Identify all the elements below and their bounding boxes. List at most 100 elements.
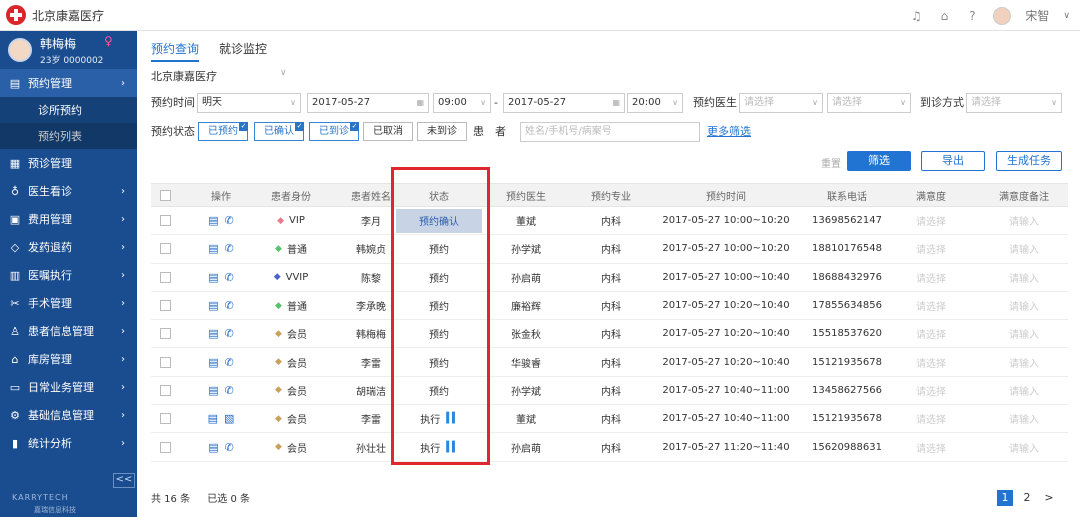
- user-avatar[interactable]: [993, 6, 1012, 25]
- sidebar-item-drug[interactable]: ◇ 发药退药 ›: [0, 233, 137, 261]
- satisfaction-note-input[interactable]: 请输入: [981, 235, 1067, 262]
- sidebar-item-daily[interactable]: ▭ 日常业务管理 ›: [0, 373, 137, 401]
- phone-icon[interactable]: ✆: [225, 299, 234, 312]
- phone-icon[interactable]: ✆: [225, 441, 234, 454]
- sidebar-item-stats[interactable]: ▮ 统计分析 ›: [0, 429, 137, 457]
- username[interactable]: 宋智: [1025, 7, 1049, 24]
- phone-icon[interactable]: ✆: [225, 214, 234, 227]
- satisfaction-note-input[interactable]: 请输入: [981, 377, 1067, 404]
- date-start-input[interactable]: 2017-05-27 ▦: [307, 93, 429, 113]
- row-checkbox[interactable]: [159, 243, 171, 255]
- satisfaction-note-input[interactable]: 请输入: [981, 320, 1067, 347]
- status-chip-cancelled[interactable]: 已取消: [363, 122, 413, 141]
- time-start-select[interactable]: 09:00 ∨: [433, 93, 491, 113]
- select-all-checkbox[interactable]: [159, 189, 171, 201]
- detail-icon[interactable]: ▤: [208, 356, 218, 369]
- more-filters-link[interactable]: 更多筛选: [707, 122, 751, 142]
- detail-icon[interactable]: ▤: [208, 214, 218, 227]
- doctor-label: 预约医生: [693, 96, 737, 109]
- satisfaction-select[interactable]: 请选择: [891, 264, 971, 291]
- sidebar-item-warehouse[interactable]: ⌂ 库房管理 ›: [0, 345, 137, 373]
- sidebar-item-doctor[interactable]: ♁ 医生看诊 ›: [0, 177, 137, 205]
- help-icon[interactable]: ?: [965, 9, 979, 23]
- page-1[interactable]: 1: [997, 490, 1013, 506]
- sidebar-sub-appointment-list[interactable]: 预约列表: [0, 123, 137, 149]
- satisfaction-select[interactable]: 请选择: [891, 320, 971, 347]
- sidebar-item-basic[interactable]: ⚙ 基础信息管理 ›: [0, 401, 137, 429]
- home-icon[interactable]: ⌂: [937, 9, 951, 23]
- filter-button[interactable]: 筛选: [847, 151, 911, 171]
- detail-icon[interactable]: ▤: [208, 242, 218, 255]
- detail-icon[interactable]: ▤: [208, 441, 218, 454]
- bell-icon[interactable]: ♫: [909, 9, 923, 23]
- generate-task-button[interactable]: 生成任务: [996, 151, 1062, 171]
- satisfaction-select[interactable]: 请选择: [891, 377, 971, 404]
- chevron-down-icon[interactable]: ∨: [1063, 11, 1070, 21]
- tab-appointment-query[interactable]: 预约查询: [151, 40, 200, 62]
- row-checkbox[interactable]: [159, 384, 171, 396]
- method-select[interactable]: 请选择 ∨: [966, 93, 1062, 113]
- row-checkbox[interactable]: [159, 328, 171, 340]
- diamond-icon: ◆: [275, 442, 282, 453]
- row-checkbox[interactable]: [159, 300, 171, 312]
- detail-icon[interactable]: ▤: [208, 384, 218, 397]
- time-cell: 2017-05-27 10:00~10:20: [662, 243, 790, 255]
- satisfaction-select[interactable]: 请选择: [891, 235, 971, 262]
- export-button[interactable]: 导出: [921, 151, 985, 171]
- detail-icon[interactable]: ▤: [208, 271, 218, 284]
- top-bar: 北京康嘉医疗 ♫ ⌂ ? 宋智 ∨: [0, 0, 1080, 31]
- satisfaction-note-input[interactable]: 请输入: [981, 405, 1067, 432]
- stethoscope-icon: ♁: [10, 184, 20, 198]
- row-checkbox[interactable]: [159, 356, 171, 368]
- page-2[interactable]: 2: [1019, 490, 1035, 506]
- status-chip-absent[interactable]: 未到诊: [417, 122, 467, 141]
- main-content: 预约查询 就诊监控 北京康嘉医疗 ∨ 预约时间 明天 ∨ 2017-05-27 ▦ …: [137, 31, 1080, 517]
- tab-visit-monitor[interactable]: 就诊监控: [219, 40, 267, 62]
- sidebar-item-patient[interactable]: ♙ 患者信息管理 ›: [0, 317, 137, 345]
- phone-icon[interactable]: ✆: [225, 384, 234, 397]
- satisfaction-note-input[interactable]: 请输入: [981, 207, 1067, 234]
- sidebar-item-prediag[interactable]: ▦ 预诊管理: [0, 149, 137, 177]
- reset-button[interactable]: 重置: [821, 155, 841, 170]
- record-icon[interactable]: ▧: [224, 412, 234, 425]
- sidebar-item-appointment[interactable]: ▤ 预约管理 ›: [0, 69, 137, 97]
- phone-icon[interactable]: ✆: [225, 271, 234, 284]
- time-end-select[interactable]: 20:00 ∨: [627, 93, 683, 113]
- selected-count: 已选 0 条: [207, 494, 251, 505]
- detail-icon[interactable]: ▤: [208, 412, 218, 425]
- satisfaction-note-input[interactable]: 请输入: [981, 433, 1067, 460]
- satisfaction-select[interactable]: 请选择: [891, 348, 971, 375]
- next-page-icon[interactable]: >: [1041, 490, 1057, 506]
- sidebar-sub-clinic-appointment[interactable]: 诊所预约: [0, 97, 137, 123]
- time-range-select[interactable]: 明天 ∨: [197, 93, 301, 113]
- satisfaction-note-input[interactable]: 请输入: [981, 264, 1067, 291]
- status-chip-confirmed[interactable]: 已确认 ✓: [254, 122, 304, 141]
- row-checkbox[interactable]: [159, 413, 171, 425]
- satisfaction-note-input[interactable]: 请输入: [981, 348, 1067, 375]
- satisfaction-select[interactable]: 请选择: [891, 433, 971, 460]
- doctor-select-1[interactable]: 请选择 ∨: [739, 93, 823, 113]
- org-select[interactable]: 北京康嘉医疗: [151, 68, 217, 84]
- status-chip-arrived[interactable]: 已到诊 ✓: [309, 122, 359, 141]
- collapse-sidebar-button[interactable]: <<: [113, 473, 135, 488]
- patient-search-input[interactable]: 姓名/手机号/病案号: [520, 122, 700, 142]
- satisfaction-select[interactable]: 请选择: [891, 405, 971, 432]
- phone-icon[interactable]: ✆: [225, 242, 234, 255]
- sidebar-item-order[interactable]: ▥ 医嘱执行 ›: [0, 261, 137, 289]
- doctor-select-2[interactable]: 请选择 ∨: [827, 93, 911, 113]
- satisfaction-select[interactable]: 请选择: [891, 292, 971, 319]
- detail-icon[interactable]: ▤: [208, 327, 218, 340]
- detail-icon[interactable]: ▤: [208, 299, 218, 312]
- row-checkbox[interactable]: [159, 441, 171, 453]
- satisfaction-note-input[interactable]: 请输入: [981, 292, 1067, 319]
- date-end-input[interactable]: 2017-05-27 ▦: [503, 93, 625, 113]
- row-checkbox[interactable]: [159, 215, 171, 227]
- status-chip-booked[interactable]: 已预约 ✓: [198, 122, 248, 141]
- sidebar-item-surgery[interactable]: ✂ 手术管理 ›: [0, 289, 137, 317]
- phone-icon[interactable]: ✆: [225, 327, 234, 340]
- row-checkbox[interactable]: [159, 271, 171, 283]
- satisfaction-select[interactable]: 请选择: [891, 207, 971, 234]
- chevron-down-icon[interactable]: ∨: [280, 68, 287, 78]
- sidebar-item-fee[interactable]: ▣ 费用管理 ›: [0, 205, 137, 233]
- phone-icon[interactable]: ✆: [225, 356, 234, 369]
